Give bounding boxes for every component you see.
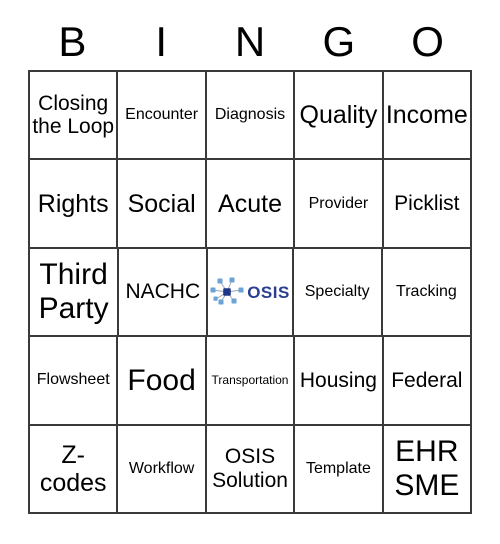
bingo-cell-label: Specialty — [304, 283, 370, 301]
bingo-cell[interactable]: Food — [118, 337, 207, 426]
bingo-header-letter-i: I — [155, 18, 168, 65]
bingo-cell[interactable]: Flowsheet — [30, 337, 119, 426]
bingo-header-letter-g: G — [322, 18, 356, 65]
bingo-cell[interactable]: Diagnosis — [206, 72, 296, 161]
bingo-cell-label: Encounter — [125, 106, 199, 124]
bingo-cell[interactable]: Specialty — [293, 248, 383, 338]
bingo-card: B I N G O Closing the Loop Encounter Dia… — [0, 0, 500, 544]
bingo-cell[interactable]: EHR SME — [383, 425, 473, 515]
bingo-cell-label: Income — [385, 101, 468, 130]
bingo-cell[interactable]: Quality — [295, 72, 384, 161]
bingo-cell[interactable]: Tracking — [382, 248, 473, 338]
bingo-row: Flowsheet Food Transportation Housing Fe… — [30, 337, 473, 426]
osis-wordmark: OSIS — [247, 282, 290, 302]
bingo-cell[interactable]: Encounter — [118, 72, 207, 161]
bingo-header-row: B I N G O — [28, 14, 472, 70]
bingo-cell[interactable]: Closing the Loop — [30, 72, 119, 161]
bingo-header-letter-n: N — [234, 18, 266, 65]
bingo-cell[interactable]: OSIS Solution — [206, 425, 296, 515]
bingo-cell-label: Flowsheet — [36, 371, 110, 389]
bingo-cell-label: Closing the Loop — [32, 91, 115, 139]
bingo-cell[interactable]: Third Party — [30, 248, 120, 338]
bingo-cell-label: EHR SME — [394, 435, 460, 502]
bingo-cell-label: Federal — [391, 368, 463, 392]
bingo-cell[interactable]: NACHC — [119, 248, 209, 338]
bingo-cell[interactable]: Workflow — [118, 425, 207, 515]
bingo-row: Z-codes Workflow OSIS Solution Template … — [30, 425, 473, 515]
bingo-cell[interactable]: Z-codes — [30, 425, 119, 515]
bingo-cell-label: Acute — [218, 189, 282, 218]
bingo-cell-label: NACHC — [125, 280, 201, 304]
bingo-cell[interactable]: Federal — [383, 337, 473, 426]
bingo-cell-label: Transportation — [211, 372, 289, 387]
bingo-cell[interactable]: Income — [383, 72, 473, 161]
bingo-cell[interactable]: Acute — [206, 160, 296, 249]
bingo-cell[interactable]: Picklist — [383, 160, 473, 249]
bingo-cell-label: Z-codes — [39, 440, 107, 497]
bingo-grid: Closing the Loop Encounter Diagnosis Qua… — [28, 70, 473, 515]
bingo-cell-label: Workflow — [128, 459, 195, 477]
bingo-row: Rights Social Acute Provider Picklist — [30, 160, 473, 249]
bingo-cell-label: Template — [305, 459, 371, 477]
bingo-cell[interactable]: Rights — [30, 160, 119, 249]
bingo-row: Closing the Loop Encounter Diagnosis Qua… — [30, 72, 473, 161]
bingo-cell-label: Rights — [37, 189, 109, 218]
bingo-cell[interactable]: Template — [295, 425, 384, 515]
bingo-cell-label: Third Party — [38, 258, 109, 326]
bingo-cell-label: Quality — [299, 101, 378, 130]
osis-logo: OSIS — [208, 277, 291, 307]
bingo-cell-label: Diagnosis — [214, 106, 286, 124]
bingo-cell-label: Social — [127, 189, 196, 218]
bingo-header-letter-o: O — [411, 18, 444, 65]
bingo-cell-label: Housing — [299, 368, 377, 392]
bingo-cell-label: Food — [127, 363, 196, 397]
bingo-cell-label: Picklist — [394, 191, 460, 215]
bingo-cell-label: Provider — [308, 194, 369, 212]
bingo-cell[interactable]: Transportation — [206, 337, 296, 426]
bingo-cell[interactable]: Social — [118, 160, 207, 249]
network-node-starburst-icon — [210, 277, 244, 305]
bingo-row: Third Party NACHC OSIS Specialty Trackin… — [30, 248, 473, 338]
bingo-cell-label: OSIS Solution — [212, 445, 288, 492]
bingo-cell[interactable]: Housing — [295, 337, 384, 426]
bingo-header-letter-b: B — [58, 18, 87, 65]
bingo-cell[interactable]: Provider — [295, 160, 384, 249]
bingo-cell-free-space[interactable]: OSIS — [208, 248, 294, 338]
bingo-cell-label: Tracking — [396, 283, 457, 301]
